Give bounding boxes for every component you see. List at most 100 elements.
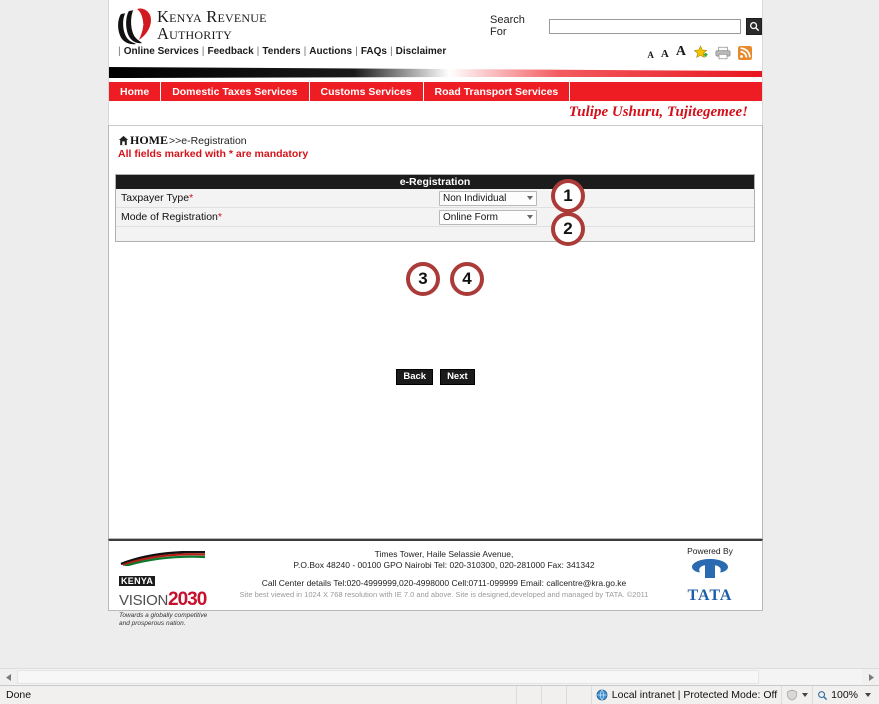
magnifier-icon [749,21,759,31]
vision-slogan-line-2: and prosperous nation. [119,620,186,627]
lion-head-icon [118,8,151,45]
scrollbar-thumb[interactable] [17,670,759,684]
footer-address-line-2: P.O.Box 48240 - 00100 GPO Nairobi Tel: 0… [293,560,595,570]
kra-logo[interactable]: Kenya Revenue Authority [115,6,267,46]
vision-kenya-label: KENYA [119,576,156,586]
home-icon[interactable] [118,135,129,146]
chevron-down-icon[interactable] [865,693,871,697]
chevron-left-icon [5,673,11,681]
status-divider [565,685,591,704]
zoom-control[interactable]: 100% [812,685,879,704]
breadcrumb-trail: >>e-Registration [169,134,247,147]
browser-viewport: Kenya Revenue Authority Search For | Onl… [0,0,879,668]
annotation-marker-2: 2 [551,212,585,246]
kra-page: Kenya Revenue Authority Search For | Onl… [108,0,763,627]
shield-icon [787,689,797,701]
scroll-left-button[interactable] [0,669,17,685]
form-title: e-Registration [116,175,754,189]
status-bar: Done Local intranet | Protected Mode: Of… [0,685,879,704]
quicklink-faqs[interactable]: FAQs [361,46,387,57]
vision-kenya-word: KENYA [119,571,215,589]
tagline-row: Tulipe Ushuru, Tujitegemee! [108,101,763,125]
vision-2030-wordmark: VISION 2030 [119,589,215,611]
banner-strip-graphic [109,67,762,78]
taxpayer-type-dropdown[interactable]: Non Individual [439,190,537,206]
kenya-flag-swoosh-icon [120,550,206,568]
protected-mode-cell[interactable] [781,685,812,704]
quicklink-sep: | [303,45,307,57]
taxpayer-type-label-text: Taxpayer Type [121,192,190,204]
annotation-marker-3: 3 [406,262,440,296]
nav-item-customs-services[interactable]: Customs Services [310,82,424,101]
site-header: Kenya Revenue Authority Search For | Onl… [108,0,763,66]
vision-slogan-line-1: Towards a globally competitive [119,612,208,619]
printer-icon[interactable] [715,46,731,60]
nav-item-domestic-taxes-services[interactable]: Domestic Taxes Services [161,82,310,101]
quicklink-tenders[interactable]: Tenders [262,46,300,57]
header-tools: A A A [647,44,752,60]
form-bottom-spacer [116,227,754,241]
font-size-medium-button[interactable]: A [661,48,669,60]
site-search: Search For [490,14,762,38]
mode-of-registration-dropdown[interactable]: Online Form [439,209,537,225]
quicklink-sep: | [389,45,393,57]
vision-2030-logo: KENYA VISION 2030 Towards a globally comp… [119,550,215,628]
security-zone[interactable]: Local intranet | Protected Mode: Off [590,685,781,704]
taxpayer-type-label: Taxpayer Type* [116,192,439,204]
search-button[interactable] [746,17,762,35]
quicklink-disclaimer[interactable]: Disclaimer [396,46,447,57]
vision-slogan: Towards a globally competitive and prosp… [119,612,215,628]
rss-icon[interactable] [738,46,752,60]
logo-line-2: Authority [157,24,233,43]
nav-item-road-transport-services[interactable]: Road Transport Services [424,82,571,101]
powered-by-label: Powered By [687,546,733,556]
quick-links: | Online Services | Feedback | Tenders | Auctio… [115,45,446,57]
site-footer: KENYA VISION 2030 Towards a globally comp… [108,539,763,627]
quicklink-sep: | [118,45,121,57]
quicklink-online-services[interactable]: Online Services [124,46,199,57]
vision-year: 2030 [168,589,207,610]
chevron-down-icon [527,196,533,200]
chevron-down-icon[interactable] [802,693,809,697]
form-row-taxpayer-type: Taxpayer Type* Non Individual [116,189,754,208]
globe-icon [596,689,608,701]
back-button[interactable]: Back [396,369,434,385]
required-asterisk: * [189,192,194,204]
required-asterisk: * [217,211,222,223]
banner-strip [108,66,763,82]
search-label: Search For [490,14,525,38]
quicklink-feedback[interactable]: Feedback [208,46,254,57]
powered-by-block: Powered By TATA [670,546,750,605]
breadcrumb: HOME >>e-Registration [118,133,247,148]
next-button[interactable]: Next [440,369,475,385]
font-size-small-button[interactable]: A [647,50,654,60]
nav-item-home[interactable]: Home [109,82,162,101]
quicklink-sep: | [355,45,358,57]
search-input[interactable] [549,18,742,34]
main-nav: Home Domestic Taxes Services Customs Ser… [108,82,763,101]
annotation-marker-1: 1 [551,179,585,213]
security-zone-label: Local intranet | Protected Mode: Off [611,689,778,701]
status-divider [540,685,566,704]
quicklink-sep: | [256,45,260,57]
eregistration-form: e-Registration Taxpayer Type* Non Indivi… [115,174,755,242]
form-row-mode-of-registration: Mode of Registration* Online Form [116,208,754,227]
font-size-large-button[interactable]: A [676,44,686,60]
browser-window: Kenya Revenue Authority Search For | Onl… [0,0,879,704]
scroll-right-button[interactable] [862,669,879,685]
vision-word: VISION [119,592,169,609]
horizontal-scrollbar[interactable] [0,668,879,685]
chevron-down-icon [527,215,533,219]
annotation-marker-4: 4 [450,262,484,296]
quicklink-auctions[interactable]: Auctions [309,46,352,57]
taxpayer-type-value: Non Individual [443,192,507,204]
mode-of-registration-label: Mode of Registration* [116,211,439,223]
kra-logo-text: Kenya Revenue Authority [157,8,267,43]
star-icon[interactable] [693,45,708,60]
mandatory-notice: All fields marked with * are mandatory [118,148,309,160]
footer-callcenter: Call Center details Tel:020-4999999,020-… [261,578,627,588]
zoom-level-label: 100% [831,689,858,701]
content-panel: HOME >>e-Registration All fields marked … [108,125,763,539]
breadcrumb-home-link[interactable]: HOME [130,133,168,148]
form-actions: Back Next [109,369,762,385]
